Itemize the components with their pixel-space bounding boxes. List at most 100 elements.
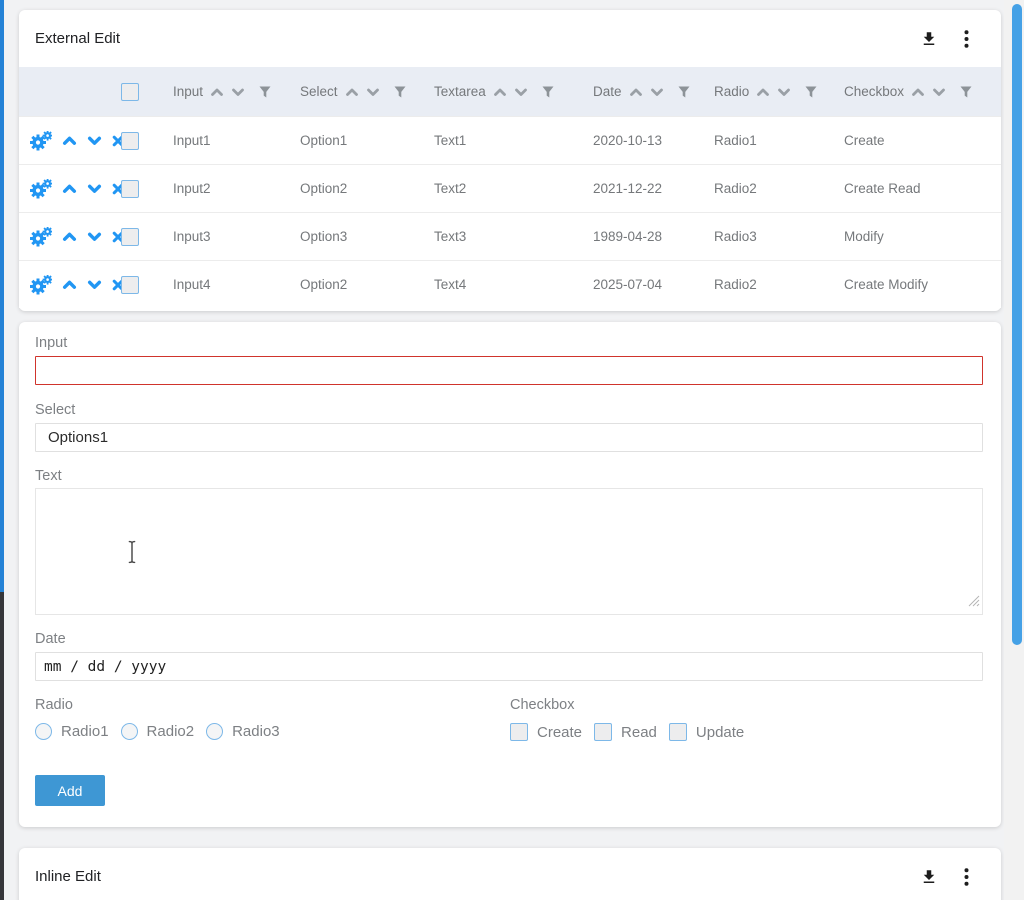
filter-icon[interactable] — [805, 86, 817, 98]
row-checkbox[interactable] — [121, 228, 139, 246]
checkbox-option: Update — [669, 723, 744, 741]
select-label: Select — [35, 402, 983, 418]
date-field[interactable]: mm / dd / yyyy — [35, 652, 983, 681]
table-column-header: Radio — [714, 84, 844, 99]
filter-icon[interactable] — [678, 86, 690, 98]
row-checkbox[interactable] — [121, 180, 139, 198]
filter-icon[interactable] — [259, 86, 271, 98]
radio-group: Radio Radio1 Radio2 Radio3 — [35, 697, 510, 741]
radio-button[interactable] — [35, 723, 52, 740]
sort-descending-icon[interactable] — [514, 87, 528, 97]
cell-select: Option3 — [300, 229, 434, 244]
row-checkbox-cell — [121, 180, 173, 198]
cell-input: Input3 — [173, 229, 300, 244]
textarea-field[interactable] — [35, 488, 983, 615]
resize-grip-icon[interactable] — [968, 594, 980, 612]
table-row: Input1 Option1 Text1 2020-10-13 Radio1 C… — [19, 116, 1001, 164]
checkbox[interactable] — [510, 723, 528, 741]
radio-button[interactable] — [121, 723, 138, 740]
cell-select: Option1 — [300, 133, 434, 148]
move-up-icon[interactable] — [62, 135, 77, 146]
date-placeholder: mm / dd / yyyy — [44, 659, 166, 675]
sort-ascending-icon[interactable] — [210, 87, 224, 97]
radio-option: Radio2 — [121, 723, 195, 740]
select-value: Options1 — [48, 429, 108, 446]
inline-edit-header: Inline Edit — [19, 848, 1001, 900]
move-down-icon[interactable] — [87, 279, 102, 290]
row-checkbox-cell — [121, 276, 173, 294]
move-up-icon[interactable] — [62, 183, 77, 194]
move-down-icon[interactable] — [87, 135, 102, 146]
radio-button[interactable] — [206, 723, 223, 740]
select-all-checkbox[interactable] — [121, 83, 139, 101]
move-up-icon[interactable] — [62, 231, 77, 242]
radio-option: Radio1 — [35, 723, 109, 740]
move-down-icon[interactable] — [87, 231, 102, 242]
card-toolbar — [920, 30, 969, 48]
download-icon[interactable] — [920, 30, 938, 48]
table-column-header: Checkbox — [844, 84, 1001, 99]
select-field[interactable]: Options1 — [35, 423, 983, 452]
left-edge-bar-blue — [0, 0, 4, 592]
move-down-icon[interactable] — [87, 183, 102, 194]
row-actions — [30, 131, 121, 151]
checkbox[interactable] — [594, 723, 612, 741]
checkbox-option: Create — [510, 723, 582, 741]
row-checkbox-cell — [121, 132, 173, 150]
external-edit-header: External Edit — [19, 10, 1001, 67]
column-label: Select — [300, 84, 338, 99]
checkbox[interactable] — [669, 723, 687, 741]
cell-checkbox: Modify — [844, 229, 1001, 244]
cell-textarea: Text4 — [434, 277, 593, 292]
settings-gears-icon[interactable] — [30, 131, 52, 151]
option-groups: Radio Radio1 Radio2 Radio3 Checkbox Crea… — [35, 697, 983, 741]
row-checkbox[interactable] — [121, 276, 139, 294]
settings-gears-icon[interactable] — [30, 227, 52, 247]
move-up-icon[interactable] — [62, 279, 77, 290]
filter-icon[interactable] — [542, 86, 554, 98]
cell-date: 2021-12-22 — [593, 181, 714, 196]
inline-edit-card: Inline Edit — [19, 848, 1001, 900]
select-all-cell — [121, 83, 173, 101]
scrollbar-thumb[interactable] — [1012, 4, 1022, 645]
row-actions — [30, 275, 121, 295]
sort-ascending-icon[interactable] — [629, 87, 643, 97]
radio-options-row: Radio1 Radio2 Radio3 — [35, 723, 510, 740]
add-button[interactable]: Add — [35, 775, 105, 806]
cell-textarea: Text2 — [434, 181, 593, 196]
settings-gears-icon[interactable] — [30, 179, 52, 199]
row-checkbox[interactable] — [121, 132, 139, 150]
download-icon[interactable] — [920, 868, 938, 886]
input-label: Input — [35, 335, 983, 351]
settings-gears-icon[interactable] — [30, 275, 52, 295]
sort-descending-icon[interactable] — [650, 87, 664, 97]
sort-descending-icon[interactable] — [932, 87, 946, 97]
sort-ascending-icon[interactable] — [756, 87, 770, 97]
sort-descending-icon[interactable] — [777, 87, 791, 97]
radio-option-label: Radio2 — [147, 723, 195, 740]
sort-ascending-icon[interactable] — [345, 87, 359, 97]
radio-group-label: Radio — [35, 697, 510, 713]
radio-option-label: Radio1 — [61, 723, 109, 740]
sort-descending-icon[interactable] — [231, 87, 245, 97]
kebab-menu-icon[interactable] — [964, 868, 969, 886]
input-field[interactable] — [35, 356, 983, 385]
table-column-header: Textarea — [434, 84, 593, 99]
radio-option-label: Radio3 — [232, 723, 280, 740]
cell-input: Input4 — [173, 277, 300, 292]
row-checkbox-cell — [121, 228, 173, 246]
checkbox-option-label: Read — [621, 724, 657, 741]
filter-icon[interactable] — [960, 86, 972, 98]
sort-descending-icon[interactable] — [366, 87, 380, 97]
filter-icon[interactable] — [394, 86, 406, 98]
row-actions — [30, 179, 121, 199]
cell-radio: Radio2 — [714, 277, 844, 292]
table-body: Input1 Option1 Text1 2020-10-13 Radio1 C… — [19, 116, 1001, 308]
text-label: Text — [35, 468, 983, 484]
cell-checkbox: Create Read — [844, 181, 1001, 196]
table-row: Input2 Option2 Text2 2021-12-22 Radio2 C… — [19, 164, 1001, 212]
sort-ascending-icon[interactable] — [493, 87, 507, 97]
sort-ascending-icon[interactable] — [911, 87, 925, 97]
kebab-menu-icon[interactable] — [964, 30, 969, 48]
radio-option: Radio3 — [206, 723, 280, 740]
